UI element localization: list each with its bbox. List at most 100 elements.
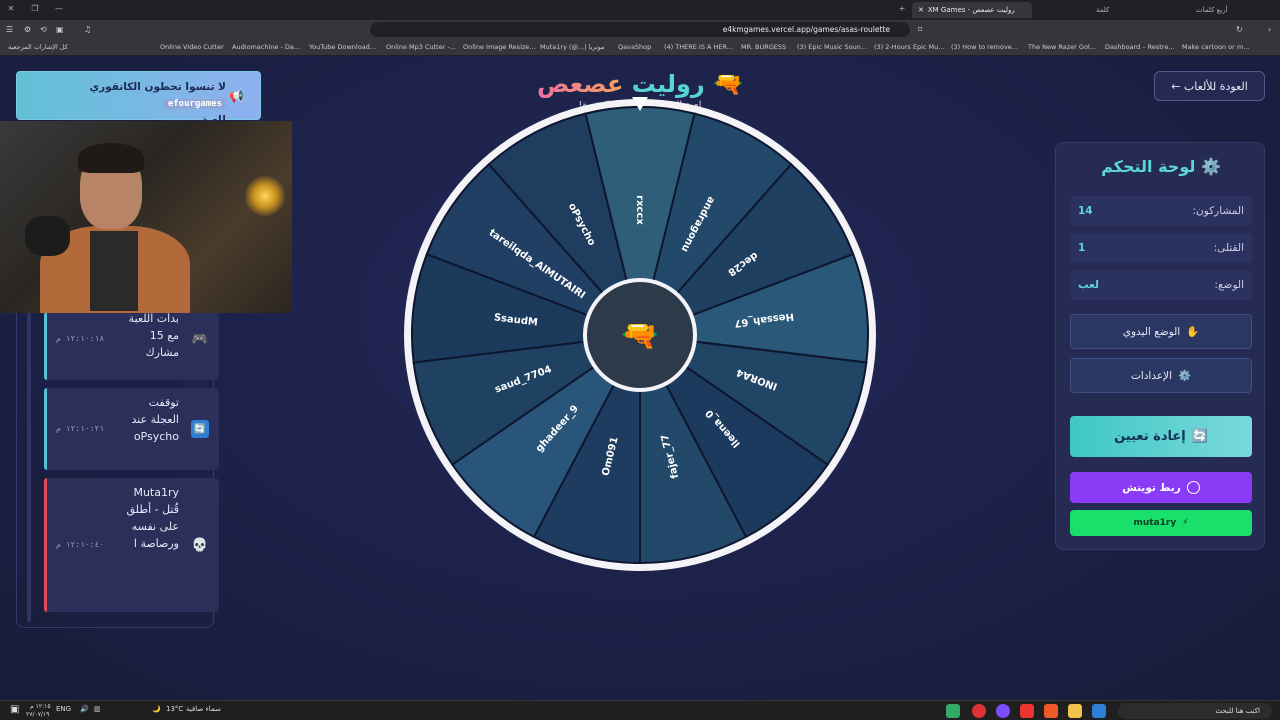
skull-icon: 💀 [191,537,209,553]
restore-window-icon[interactable]: ❐ [28,4,42,13]
wheel-pointer [632,97,648,111]
settings-icon[interactable]: ⚙ [24,25,31,34]
twitch-icon [1186,481,1200,494]
log-item-accent [44,312,47,380]
tab-roulette[interactable]: ✕ XM Games - روليت عصعص [912,2,1032,18]
address-bar[interactable]: e4kmgames.vercel.app/games/asas-roulette [370,22,910,37]
back-nav-icon[interactable]: › [1268,25,1271,34]
refresh-icon: 🔄 [191,420,209,438]
browser-toolbar: ☰ ⚙ ⟲ ▣ ♫ ⛨ e4kmgames.vercel.app/games/a… [0,20,1280,40]
minimize-window-icon[interactable]: — [52,4,66,13]
close-window-icon[interactable]: ✕ [4,4,18,13]
announcement-banner: 📢 لا تنسوا تحطون الكاتقوري efourgames لل… [16,71,261,126]
weather-text: سماء صافية [186,705,221,713]
log-item-text: بدأت اللعبة مع 15 مشارك [128,312,179,359]
music-icon[interactable]: ♫ [84,25,91,34]
log-item: بدأت اللعبة مع 15 مشارك 🎮 ١٢:١٠:١٨ م [44,312,219,380]
wheel-segment-label: rxccx [634,195,645,225]
volume-icon[interactable]: 🔊 [80,705,89,713]
log-item: Muta1ry قُتل - أطلق على نفسه ورصاصة ا 💀 … [44,478,219,612]
bookmark-item[interactable]: Online Image Resize... [463,43,535,51]
log-item-time: ١٢:١٠:١٨ م [56,334,105,343]
taskbar-app-icon[interactable] [996,704,1010,718]
bookmark-all[interactable]: كل الإشارات المرجعية [8,43,68,51]
tab-word[interactable]: كلمة [1090,2,1115,18]
streamer-hair [78,143,144,173]
control-panel: ⚙️ لوحة التحكم المشاركون: 14 القتلى: 1 ا… [1055,142,1265,550]
bookmark-item[interactable]: YouTube Download... [309,43,376,51]
taskbar-app-icon[interactable] [972,704,986,718]
taskbar-search[interactable]: اكتب هنا للبحث [1118,703,1272,719]
lamp [245,176,285,216]
stat-participants: المشاركون: 14 [1070,196,1252,226]
log-item-accent [44,388,47,470]
gamepad-icon: 🎮 [191,331,209,347]
gun-icon: 🔫 [713,70,743,98]
weather-temp: 13°C [166,705,184,713]
bookmarks-bar: كل الإشارات المرجعية Online Video Cutter… [0,40,1280,56]
megaphone-icon: 📢 [229,89,244,103]
bookmark-item[interactable]: (3) How to remove... [951,43,1018,51]
folder-taskbar-icon[interactable] [1068,704,1082,718]
windows-icon[interactable]: ▣ [10,704,19,715]
extension-icon[interactable]: ▣ [56,25,64,34]
bookmark-item[interactable]: Online Video Cutter [160,43,224,51]
gear-icon: ⚙️ [1178,370,1192,382]
gear-icon: ⚙️ [1200,157,1221,176]
taskbar-date: ٢٧/٠٧/١٩ [26,711,50,718]
connect-twitch-button[interactable]: ربط تويتش [1070,472,1252,503]
log-scrollbar[interactable] [27,312,31,622]
language-indicator[interactable]: ENG [56,705,71,713]
tab-four-words[interactable]: أربع كلمات [1190,2,1234,18]
bookmark-item[interactable]: Online Mp3 Cutter -... [386,43,456,51]
bookmark-item[interactable]: (3) 2-Hours Epic Mu... [874,43,944,51]
taskbar-app-icon[interactable] [946,704,960,718]
tab-close-icon[interactable]: ✕ [918,6,924,14]
log-item-time: ١٢:١٠:٢١ م [56,424,105,433]
bookmark-item[interactable]: Make cartoon or m... [1182,43,1249,51]
bolt-icon: ⚡ [1182,518,1189,528]
hand-icon: ✋ [1186,326,1200,338]
twitch-user-badge[interactable]: ⚡ muta1ry [1070,510,1252,536]
new-tab-icon[interactable]: + [895,4,909,13]
refresh-icon: 🔄 [1191,429,1208,444]
page-title: 🔫 روليت عصعص [537,70,743,98]
browser-tabbar: ✕ ❐ — كلمة أربع كلمات ✕ XM Games - روليت… [0,0,1280,20]
streamer-webcam [0,121,292,313]
weather-icon: 🌙 [152,705,161,713]
bookmark-item[interactable]: Muta1ry (@...| موتريا [540,43,605,51]
roulette-wheel[interactable]: rxccx andragonudec28Hessah_67INORA4lleena… [402,97,878,573]
stat-mode: الوضع: لعب [1070,270,1252,300]
bookmark-item[interactable]: Audiomachine - Da... [232,43,300,51]
taskbar-time: ١٢:١٥ م [30,703,51,710]
network-icon[interactable]: ▥ [94,705,101,713]
bookmark-item[interactable]: MR. BURGESS [741,43,786,51]
bookmark-item[interactable]: (4) THERE IS A HER... [664,43,733,51]
log-item-accent [44,478,47,612]
taskbar-app-icon[interactable] [1020,704,1034,718]
category-tag: efourgames [163,99,226,109]
browser-taskbar-icon[interactable] [1044,704,1058,718]
back-to-games-button[interactable]: العودة للألعاب ← [1154,71,1265,101]
manual-mode-button[interactable]: ✋ الوضع اليدوي [1070,314,1252,349]
settings-button[interactable]: ⚙️ الإعدادات [1070,358,1252,393]
bookmark-item[interactable]: (3) Epic Music Soun... [797,43,867,51]
announcement-text: لا تنسوا تحطون الكاتقوري [89,81,226,93]
reload-icon[interactable]: ↻ [1236,25,1243,34]
taskbar-app-icon[interactable] [1092,704,1106,718]
stat-killed: القتلى: 1 [1070,233,1252,263]
bookmark-item[interactable]: QavaShop [618,43,651,51]
bookmark-item[interactable]: The New Razer Gol... [1028,43,1096,51]
taskbar: ▣ ٢٧/٠٧/١٩ ١٢:١٥ م ENG 🔊 ▥ 🌙 13°C سماء ص… [0,700,1280,720]
menu-icon[interactable]: ☰ [6,25,13,34]
log-item-text: توقفت العجلة عند oPsycho [131,396,179,443]
reset-button[interactable]: 🔄 إعادة تعيين [1070,416,1252,457]
log-item-time: ١٢:١٠:٤٠ م [56,540,105,549]
bookmark-icon[interactable]: ⌑ [918,25,922,34]
control-panel-title: ⚙️ لوحة التحكم [1101,157,1221,176]
log-item: توقفت العجلة عند oPsycho 🔄 ١٢:١٠:٢١ م [44,388,219,470]
bookmark-item[interactable]: Dashboard – Restre... [1105,43,1175,51]
log-item-text: Muta1ry قُتل - أطلق على نفسه ورصاصة ا [126,486,180,550]
microphone [25,216,70,256]
history-icon[interactable]: ⟲ [40,25,47,34]
